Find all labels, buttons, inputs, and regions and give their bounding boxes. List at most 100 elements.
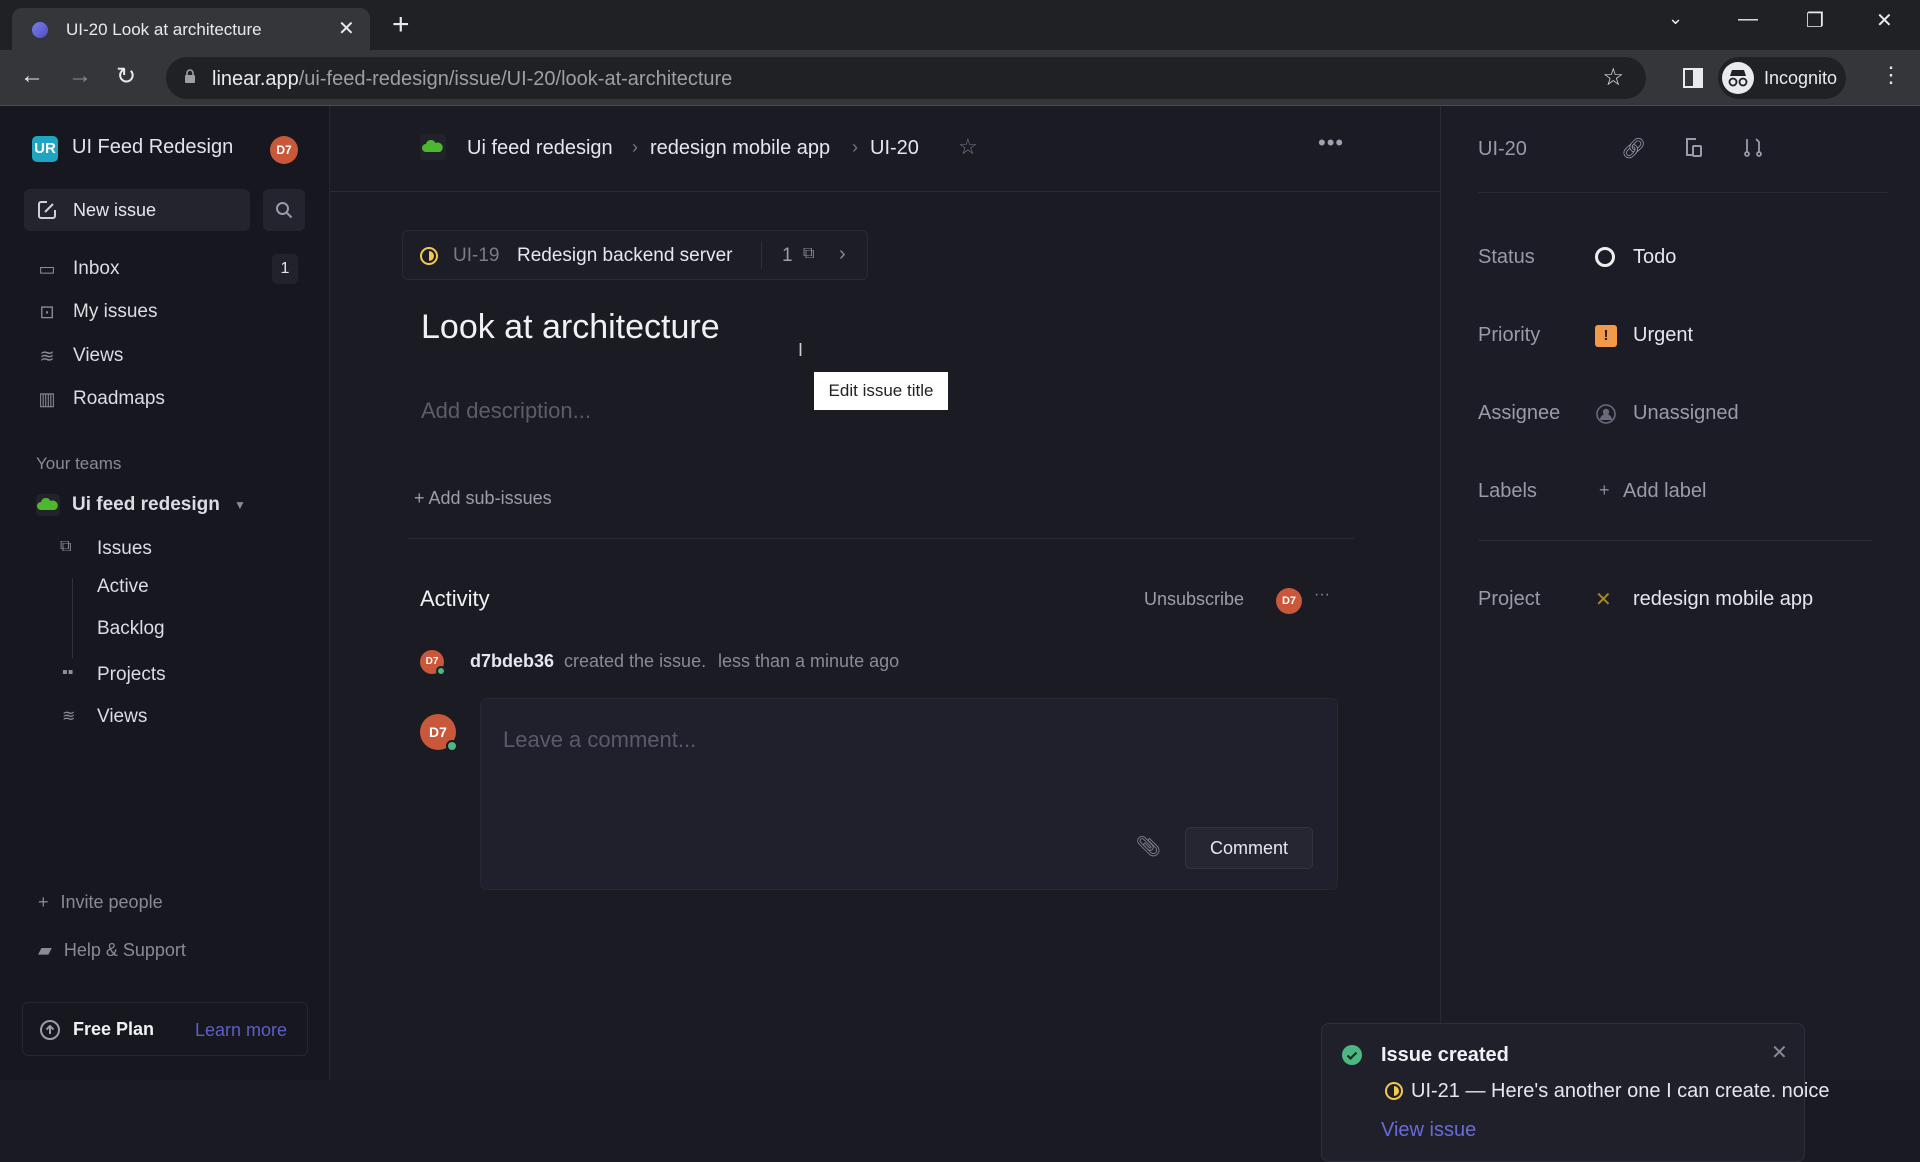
free-plan-banner: Free Plan Learn more (22, 1002, 308, 1056)
team-cloud-icon (36, 494, 60, 516)
sidebar-item-label: Roadmaps (73, 388, 165, 409)
priority-label: Priority (1478, 324, 1541, 346)
priority-value: Urgent (1633, 324, 1694, 346)
breadcrumb-separator: › (632, 137, 638, 157)
parent-issue-chip[interactable]: UI-19 Redesign backend server 1 ⧉ › (402, 230, 868, 280)
comment-editor[interactable]: Leave a comment... 📎︎ Comment (480, 698, 1338, 890)
sidebar-item-roadmaps[interactable]: ▥ Roadmaps (36, 384, 306, 414)
learn-more-link[interactable]: Learn more (195, 1020, 287, 1041)
activity-more-icon[interactable]: ··· (1314, 586, 1330, 604)
attachment-paperclip-icon[interactable]: 📎︎ (1136, 834, 1161, 859)
section-divider (408, 538, 1354, 539)
bookmark-star-icon[interactable]: ☆ (1602, 63, 1624, 92)
labels-label: Labels (1478, 480, 1537, 502)
comment-placeholder: Leave a comment... (503, 727, 697, 752)
assignee-selector[interactable]: Unassigned (1595, 398, 1795, 428)
side-panel-icon[interactable] (1682, 67, 1704, 89)
minimize-button[interactable]: — (1738, 8, 1758, 31)
git-branch-icon[interactable] (1743, 136, 1763, 158)
restore-button[interactable]: ❐ (1806, 8, 1824, 33)
lock-icon (185, 69, 195, 83)
url-text: linear.app/ui-feed-redesign/issue/UI-20/… (212, 68, 733, 90)
team-item-label: Projects (97, 664, 166, 685)
priority-selector[interactable]: ! Urgent (1595, 320, 1795, 350)
team-ui-feed-redesign[interactable]: Ui feed redesign ▼ (36, 490, 306, 520)
divider (1478, 540, 1872, 541)
browser-menu-icon[interactable]: ⋮ (1880, 62, 1902, 88)
toast-message: UI-21 — Here's another one I can create.… (1411, 1080, 1830, 1102)
search-button[interactable] (263, 189, 305, 231)
project-value: redesign mobile app (1633, 588, 1814, 610)
team-item-active[interactable]: Active (97, 576, 149, 606)
plus-icon: + (1599, 480, 1610, 500)
breadcrumb-project[interactable]: redesign mobile app (650, 137, 830, 160)
description-input[interactable]: Add description... (421, 398, 591, 424)
comment-button[interactable]: Comment (1185, 827, 1313, 869)
assignee-value: Unassigned (1633, 402, 1739, 424)
team-caret-icon[interactable]: ▼ (234, 498, 246, 512)
breadcrumb-issue[interactable]: UI-20 (870, 137, 919, 160)
activity-action: created the issue. (564, 651, 707, 671)
chevron-right-icon[interactable]: › (839, 243, 846, 266)
compose-icon (38, 201, 56, 219)
team-item-label: Issues (97, 538, 152, 559)
online-indicator (436, 666, 446, 676)
add-sub-issues-button[interactable]: + Add sub-issues (414, 488, 552, 509)
team-name: Ui feed redesign (72, 494, 220, 515)
map-icon: ▥ (38, 389, 56, 409)
workspace-name[interactable]: UI Feed Redesign (72, 136, 233, 159)
user-avatar[interactable]: D7 (270, 136, 298, 164)
book-icon: ▰ (38, 940, 52, 960)
add-label-text: Add label (1623, 480, 1707, 502)
new-tab-button[interactable]: + (392, 8, 410, 42)
project-tools-icon: ✕ (1595, 589, 1612, 611)
activity-user[interactable]: d7bdeb36 (470, 651, 554, 672)
toast-title: Issue created (1381, 1044, 1509, 1066)
urgent-priority-icon: ! (1595, 325, 1617, 347)
add-label-button[interactable]: + Add label (1595, 476, 1795, 506)
project-selector[interactable]: ✕ redesign mobile app (1595, 584, 1875, 614)
tree-line (72, 578, 73, 658)
favorite-star-icon[interactable]: ☆ (958, 134, 978, 160)
invite-label: Invite people (60, 892, 163, 912)
sidebar-item-inbox[interactable]: ▭ Inbox 1 (36, 254, 306, 284)
tab-search-icon[interactable]: ⌄ (1668, 8, 1683, 29)
sidebar-item-my-issues[interactable]: ⊡ My issues (36, 297, 306, 327)
layers-icon: ≋ (62, 708, 76, 725)
issue-main: Ui feed redesign › redesign mobile app ›… (330, 106, 1440, 1080)
divider (761, 241, 762, 269)
forward-button[interactable]: → (68, 62, 92, 90)
reload-button[interactable]: ↻ (116, 62, 136, 91)
browser-tab-bar: UI-20 Look at architecture ✕ + ⌄ — ❐ ✕ (0, 0, 1920, 50)
new-issue-button[interactable]: New issue (24, 189, 250, 231)
breadcrumb-team[interactable]: Ui feed redesign (467, 137, 613, 160)
status-selector[interactable]: Todo (1595, 242, 1795, 272)
issue-created-toast: Issue created ✕ UI-21 — Here's another o… (1321, 1023, 1830, 1162)
sidebar-item-views[interactable]: ≋ Views (36, 341, 306, 371)
copy-id-icon[interactable] (1683, 136, 1703, 158)
parent-issue-id: UI-19 (453, 245, 500, 266)
issue-title[interactable]: Look at architecture (421, 308, 720, 347)
unsubscribe-button[interactable]: Unsubscribe (1144, 589, 1244, 610)
back-button[interactable]: ← (20, 62, 44, 90)
close-toast-icon[interactable]: ✕ (1771, 1040, 1788, 1065)
invite-people-link[interactable]: + Invite people (38, 892, 163, 913)
view-issue-link[interactable]: View issue (1381, 1119, 1476, 1142)
close-tab-icon[interactable]: ✕ (338, 16, 355, 41)
copy-link-icon[interactable]: 🔗︎ (1621, 136, 1646, 161)
breadcrumb-separator: › (852, 137, 858, 157)
browser-toolbar: ← → ↻ linear.app/ui-feed-redesign/issue/… (0, 50, 1920, 106)
assignee-label: Assignee (1478, 402, 1561, 424)
close-window-button[interactable]: ✕ (1876, 8, 1893, 33)
address-bar[interactable]: linear.app/ui-feed-redesign/issue/UI-20/… (166, 57, 1646, 99)
more-options-icon[interactable]: ••• (1318, 130, 1344, 156)
subscriber-avatar[interactable]: D7 (1276, 588, 1302, 614)
edit-title-tooltip: Edit issue title (814, 372, 948, 410)
sidebar-item-label: My issues (73, 301, 158, 322)
project-label: Project (1478, 588, 1541, 610)
team-item-backlog[interactable]: Backlog (97, 618, 165, 648)
browser-tab[interactable]: UI-20 Look at architecture ✕ (12, 8, 370, 50)
incognito-profile-button[interactable]: Incognito (1718, 57, 1846, 99)
help-support-link[interactable]: ▰ Help & Support (38, 940, 186, 961)
workspace-logo[interactable]: UR (32, 136, 58, 162)
